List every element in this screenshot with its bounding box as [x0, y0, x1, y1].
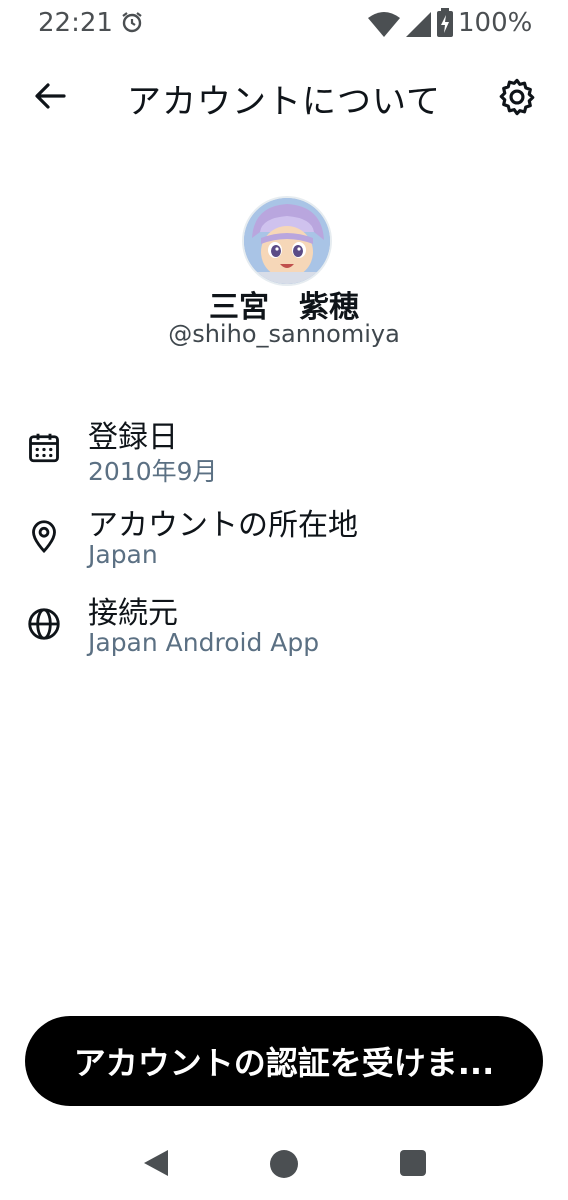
- info-value: Japan Android App: [88, 628, 320, 657]
- alarm-icon: [122, 12, 142, 33]
- globe-icon: [28, 608, 60, 640]
- nav-home-icon[interactable]: [270, 1150, 298, 1178]
- top-app-bar: アカウントについて: [0, 60, 568, 132]
- info-row-join-date: 登録日 2010年9月: [0, 412, 568, 492]
- gear-icon[interactable]: [496, 76, 538, 118]
- status-bar: 22:21 100%: [0, 0, 568, 46]
- page-title: アカウントについて: [127, 82, 441, 122]
- info-value: Japan: [88, 540, 158, 569]
- battery-icon: [437, 8, 453, 37]
- info-row-account-location: アカウントの所在地 Japan: [0, 500, 568, 580]
- calendar-icon: [29, 433, 59, 463]
- info-value: 2010年9月: [88, 457, 218, 486]
- info-label: 登録日: [88, 420, 178, 455]
- info-label: 接続元: [88, 596, 178, 631]
- system-navigation-bar: [0, 1128, 568, 1200]
- nav-back-icon[interactable]: [142, 1148, 170, 1178]
- location-pin-icon: [32, 520, 56, 554]
- info-row-connected-via: 接続元 Japan Android App: [0, 588, 568, 668]
- wifi-icon: [368, 12, 400, 37]
- battery-percentage: 100%: [458, 8, 533, 38]
- info-label: アカウントの所在地: [88, 508, 358, 543]
- nav-recents-icon[interactable]: [400, 1150, 426, 1176]
- cellular-signal-icon: [406, 12, 431, 37]
- status-time: 22:21: [38, 8, 113, 38]
- avatar[interactable]: [242, 196, 332, 286]
- avatar-image: [244, 198, 330, 284]
- profile-handle: @shiho_sannomiya: [168, 320, 400, 348]
- get-verified-button[interactable]: アカウントの認証を受けま...: [25, 1016, 543, 1106]
